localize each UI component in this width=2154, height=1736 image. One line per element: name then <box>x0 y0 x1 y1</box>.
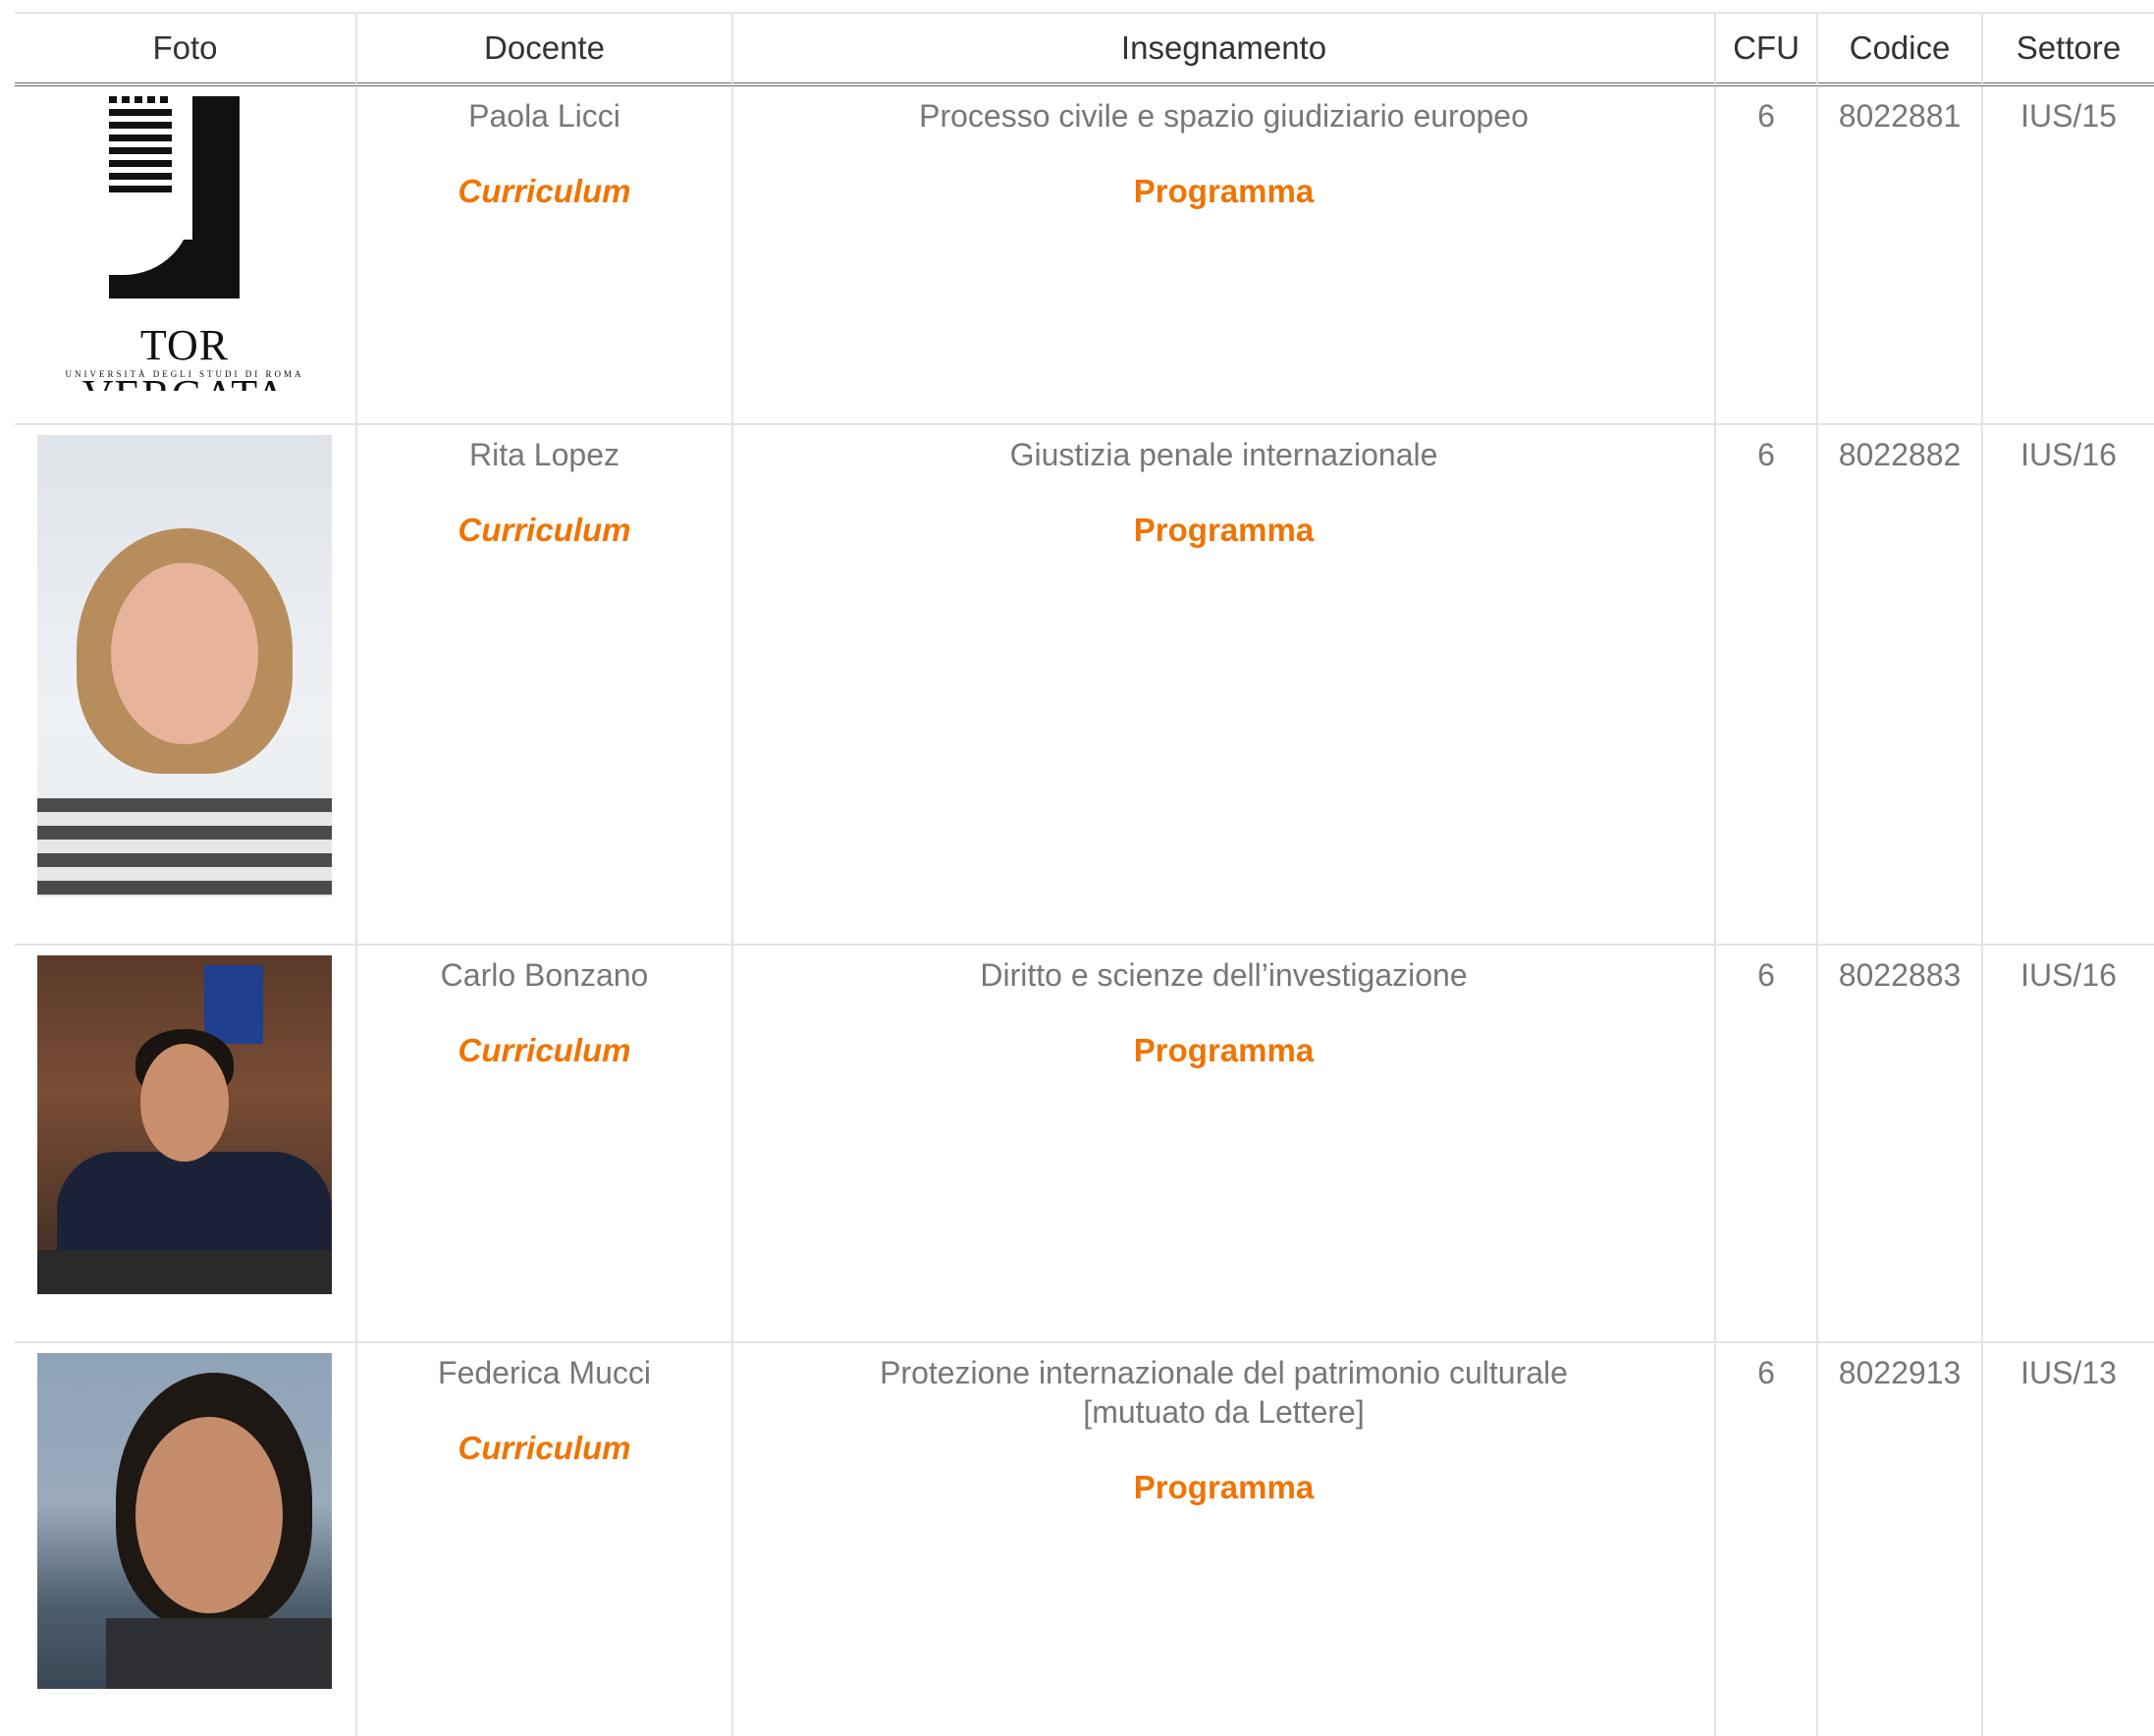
codice-cell: 8022883 <box>1816 946 1981 1343</box>
university-logo: TOR VERGATA UNIVERSITÀ DEGLI STUDI DI RO… <box>37 96 332 391</box>
codice-value: 8022913 <box>1838 1355 1962 1390</box>
programma-link[interactable]: Programma <box>1134 1469 1314 1506</box>
docente-name: Rita Lopez <box>469 437 619 472</box>
cfu-cell: 6 <box>1714 946 1816 1343</box>
course-name: Protezione internazionale del patrimonio… <box>880 1355 1568 1390</box>
course-name: Processo civile e spazio giudiziario eur… <box>919 98 1529 134</box>
cfu-cell: 6 <box>1714 425 1816 946</box>
table-row: Rita Lopez Curriculum Giustizia penale i… <box>15 425 2154 946</box>
codice-value: 8022882 <box>1838 437 1962 472</box>
docente-photo <box>37 1353 332 1689</box>
photo-cell: TOR VERGATA UNIVERSITÀ DEGLI STUDI DI RO… <box>15 86 355 425</box>
programma-link[interactable]: Programma <box>1134 1032 1314 1069</box>
cfu-value: 6 <box>1757 437 1775 472</box>
settore-cell: IUS/16 <box>1981 946 2154 1343</box>
header-docente[interactable]: Docente <box>355 12 731 86</box>
table-row: Carlo Bonzano Curriculum Diritto e scien… <box>15 946 2154 1343</box>
cfu-value: 6 <box>1757 1355 1775 1390</box>
header-codice[interactable]: Codice <box>1816 12 1981 86</box>
settore-cell: IUS/15 <box>1981 86 2154 425</box>
settore-cell: IUS/16 <box>1981 425 2154 946</box>
docente-cell: Paola Licci Curriculum <box>355 86 731 425</box>
cfu-cell: 6 <box>1714 86 1816 425</box>
table-header-row: Foto Docente Insegnamento CFU Codice Set… <box>15 12 2154 86</box>
docente-cell: Rita Lopez Curriculum <box>355 425 731 946</box>
docente-name: Paola Licci <box>468 98 620 134</box>
curriculum-link[interactable]: Curriculum <box>458 1430 630 1467</box>
photo-cell <box>15 946 355 1343</box>
insegnamento-cell: Processo civile e spazio giudiziario eur… <box>731 86 1714 425</box>
curriculum-link[interactable]: Curriculum <box>458 512 630 549</box>
course-note: [mutuato da Lettere] <box>1083 1394 1365 1430</box>
codice-value: 8022883 <box>1838 957 1962 993</box>
programma-link[interactable]: Programma <box>1134 512 1314 549</box>
course-name: Diritto e scienze dell’investigazione <box>980 957 1468 993</box>
codice-cell: 8022881 <box>1816 86 1981 425</box>
docente-name: Carlo Bonzano <box>440 957 649 993</box>
programma-link[interactable]: Programma <box>1134 173 1314 210</box>
logo-subtext: UNIVERSITÀ DEGLI STUDI DI ROMA <box>65 369 304 379</box>
photo-cell <box>15 425 355 946</box>
insegnamento-cell: Diritto e scienze dell’investigazione Pr… <box>731 946 1714 1343</box>
header-cfu[interactable]: CFU <box>1714 12 1816 86</box>
header-insegnamento[interactable]: Insegnamento <box>731 12 1714 86</box>
insegnamento-cell: Giustizia penale internazionale Programm… <box>731 425 1714 946</box>
logo-wordmark: TOR VERGATA <box>82 321 287 391</box>
cfu-value: 6 <box>1757 98 1775 134</box>
settore-value: IUS/15 <box>2020 98 2117 134</box>
header-settore[interactable]: Settore <box>1981 12 2154 86</box>
header-foto[interactable]: Foto <box>15 12 355 86</box>
settore-value: IUS/16 <box>2020 437 2117 472</box>
insegnamento-cell: Protezione internazionale del patrimonio… <box>731 1343 1714 1736</box>
table-row: Federica Mucci Curriculum Protezione int… <box>15 1343 2154 1736</box>
docente-cell: Federica Mucci Curriculum <box>355 1343 731 1736</box>
cfu-cell: 6 <box>1714 1343 1816 1736</box>
table-row: TOR VERGATA UNIVERSITÀ DEGLI STUDI DI RO… <box>15 86 2154 425</box>
course-name: Giustizia penale internazionale <box>1009 437 1438 472</box>
cfu-value: 6 <box>1757 957 1775 993</box>
curriculum-link[interactable]: Curriculum <box>458 173 630 210</box>
codice-value: 8022881 <box>1838 98 1962 134</box>
docente-photo <box>37 435 332 896</box>
settore-value: IUS/13 <box>2020 1355 2117 1390</box>
codice-cell: 8022882 <box>1816 425 1981 946</box>
photo-cell <box>15 1343 355 1736</box>
courses-table: Foto Docente Insegnamento CFU Codice Set… <box>15 12 2154 1736</box>
docente-photo <box>37 955 332 1294</box>
docente-cell: Carlo Bonzano Curriculum <box>355 946 731 1343</box>
settore-cell: IUS/13 <box>1981 1343 2154 1736</box>
docente-name: Federica Mucci <box>438 1355 651 1390</box>
settore-value: IUS/16 <box>2020 957 2117 993</box>
curriculum-link[interactable]: Curriculum <box>458 1032 630 1069</box>
codice-cell: 8022913 <box>1816 1343 1981 1736</box>
